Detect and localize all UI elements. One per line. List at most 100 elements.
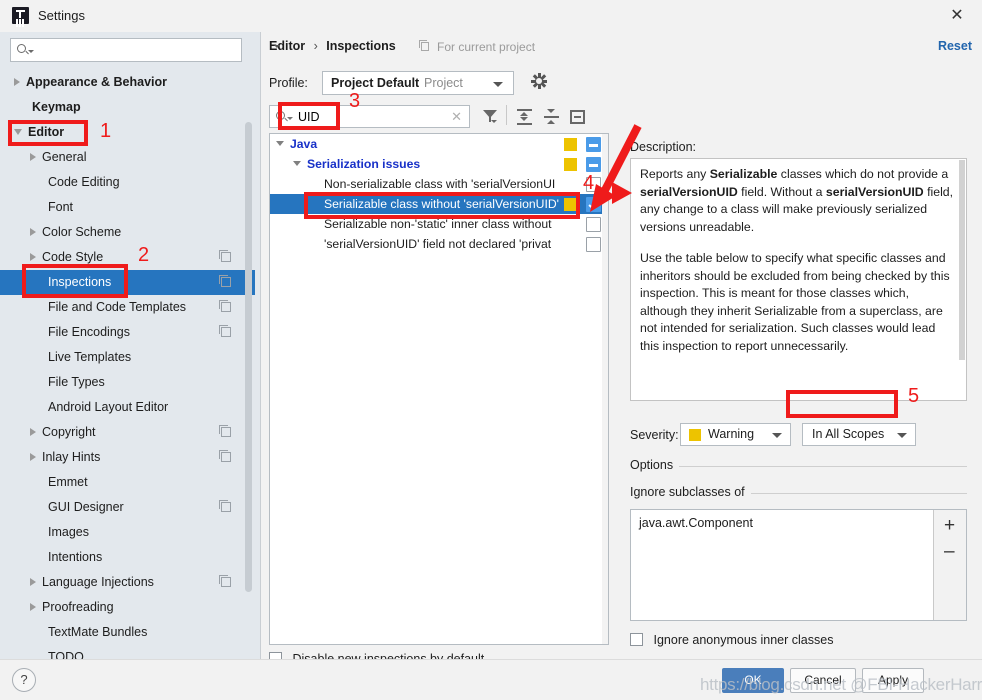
chevron-right-icon[interactable]	[30, 452, 36, 461]
minimize-icon[interactable]	[568, 107, 588, 127]
inspection-search-input[interactable]	[296, 107, 446, 126]
desc-p1-mid-2: field. Without a	[737, 184, 826, 199]
inspection-tree-scrollbar[interactable]	[602, 134, 608, 644]
sidebar-item-file-encodings[interactable]: File Encodings	[0, 320, 255, 345]
chevron-down-icon[interactable]	[276, 141, 284, 146]
sidebar-scrollbar-track[interactable]	[245, 76, 256, 656]
remove-button[interactable]: –	[944, 542, 955, 561]
chevron-down-icon	[897, 433, 907, 438]
scope-dropdown[interactable]: In All Scopes	[802, 423, 916, 446]
profile-dropdown[interactable]: Project Default Project	[322, 71, 514, 95]
chevron-right-icon[interactable]	[30, 252, 36, 261]
chevron-right-icon[interactable]	[30, 152, 36, 161]
chevron-right-icon[interactable]	[30, 227, 36, 236]
chevron-right-icon[interactable]	[14, 77, 20, 86]
description-paragraph-1: Reports any Serializable classes which d…	[640, 166, 954, 236]
ignore-anonymous-row[interactable]: Ignore anonymous inner classes	[630, 633, 833, 647]
inspection-enabled-checkbox[interactable]	[586, 137, 601, 152]
sidebar-item-label: File and Code Templates	[48, 300, 187, 315]
sidebar-item-file-and-code-templates[interactable]: File and Code Templates	[0, 295, 255, 320]
inspection-tree-row[interactable]: Java	[270, 134, 608, 154]
gear-chevron-icon[interactable]	[274, 45, 280, 48]
inspection-search-box[interactable]: ✕	[269, 105, 470, 128]
ignore-anonymous-label: Ignore anonymous inner classes	[653, 633, 834, 647]
sidebar-item-editor[interactable]: Editor	[0, 120, 255, 145]
list-item[interactable]: java.awt.Component	[639, 516, 753, 530]
sidebar-scrollbar-thumb[interactable]	[245, 122, 252, 592]
for-current-project-label: For current project	[419, 40, 535, 54]
desc-p1-bold-2: serialVersionUID	[640, 184, 738, 199]
collapse-all-icon[interactable]	[542, 107, 562, 127]
gear-icon[interactable]	[531, 73, 547, 89]
help-button[interactable]: ?	[12, 668, 36, 692]
sidebar-item-todo[interactable]: TODO	[0, 645, 255, 659]
apply-button[interactable]: Apply	[862, 668, 924, 693]
severity-value: Warning	[708, 427, 755, 441]
cancel-button[interactable]: Cancel	[790, 668, 856, 693]
sidebar-item-color-scheme[interactable]: Color Scheme	[0, 220, 255, 245]
inspection-enabled-checkbox[interactable]	[586, 217, 601, 232]
description-paragraph-2: Use the table below to specify what spec…	[640, 251, 950, 353]
sidebar-item-code-style[interactable]: Code Style	[0, 245, 255, 270]
sidebar-item-gui-designer[interactable]: GUI Designer	[0, 495, 255, 520]
search-icon	[17, 44, 26, 53]
sidebar-item-proofreading[interactable]: Proofreading	[0, 595, 255, 620]
inspection-tree[interactable]: Java Serialization issues Non-serializable…	[269, 133, 609, 645]
sidebar-item-language-injections[interactable]: Language Injections	[0, 570, 255, 595]
sidebar-item-live-templates[interactable]: Live Templates	[0, 345, 255, 370]
sidebar-item-keymap[interactable]: Keymap	[0, 95, 255, 120]
desc-p1-bold-1: Serializable	[709, 167, 778, 181]
sidebar-item-label: GUI Designer	[48, 500, 124, 515]
inspections-panel: Editor › Inspections For current project…	[261, 32, 982, 666]
options-divider	[630, 466, 967, 467]
inspection-tree-row[interactable]: Serializable non-'static' inner class wi…	[270, 214, 608, 234]
inspection-enabled-checkbox[interactable]	[586, 237, 601, 252]
sidebar-item-font[interactable]: Font	[0, 195, 255, 220]
sidebar-item-general[interactable]: General	[0, 145, 255, 170]
expand-all-icon[interactable]	[515, 107, 535, 127]
sidebar-item-emmet[interactable]: Emmet	[0, 470, 255, 495]
sidebar-item-textmate-bundles[interactable]: TextMate Bundles	[0, 620, 255, 645]
description-label: Description:	[630, 140, 696, 154]
filter-funnel-icon[interactable]	[480, 107, 500, 127]
sidebar-item-appearance-behavior[interactable]: Appearance & Behavior	[0, 70, 255, 95]
reset-link[interactable]: Reset	[938, 39, 972, 53]
search-input[interactable]	[36, 40, 236, 60]
chevron-down-icon	[493, 82, 503, 87]
ignore-anonymous-checkbox[interactable]	[630, 633, 643, 646]
sidebar-item-label: Keymap	[32, 100, 81, 115]
sidebar-search[interactable]	[10, 38, 242, 62]
breadcrumb-current: Inspections	[326, 39, 396, 53]
inspection-enabled-checkbox[interactable]	[586, 177, 601, 192]
sidebar-item-label: TODO	[48, 650, 84, 659]
ok-button[interactable]: OK	[722, 668, 784, 693]
chevron-right-icon[interactable]	[30, 427, 36, 436]
sidebar-item-intentions[interactable]: Intentions	[0, 545, 255, 570]
description-scrollbar[interactable]	[959, 160, 965, 360]
severity-dropdown[interactable]: Warning	[680, 423, 791, 446]
inspection-enabled-checkbox[interactable]	[586, 157, 601, 172]
sidebar-item-android-layout-editor[interactable]: Android Layout Editor	[0, 395, 255, 420]
ignore-subclasses-list[interactable]: java.awt.Component + –	[630, 509, 967, 621]
sidebar-item-images[interactable]: Images	[0, 520, 255, 545]
inspection-tree-row[interactable]: Serializable class without 'serialVersio…	[270, 194, 608, 214]
sidebar-item-code-editing[interactable]: Code Editing	[0, 170, 255, 195]
chevron-down-icon[interactable]	[293, 161, 301, 166]
chevron-right-icon[interactable]	[30, 577, 36, 586]
inspection-tree-row[interactable]: Serialization issues	[270, 154, 608, 174]
sidebar-item-copyright[interactable]: Copyright	[0, 420, 255, 445]
inspection-tree-row[interactable]: Non-serializable class with 'serialVersi…	[270, 174, 608, 194]
close-icon[interactable]: ✕	[940, 4, 974, 28]
add-button[interactable]: +	[944, 516, 955, 535]
chevron-down-icon	[287, 117, 293, 120]
sidebar-item-inspections[interactable]: Inspections	[0, 270, 255, 295]
sidebar-item-label: Images	[48, 525, 89, 540]
clear-icon[interactable]: ✕	[451, 109, 462, 125]
chevron-right-icon[interactable]	[30, 602, 36, 611]
sidebar-item-inlay-hints[interactable]: Inlay Hints	[0, 445, 255, 470]
inspection-tree-row[interactable]: 'serialVersionUID' field not declared 'p…	[270, 234, 608, 254]
inspection-enabled-checkbox[interactable]	[586, 197, 601, 212]
sidebar-item-file-types[interactable]: File Types	[0, 370, 255, 395]
chevron-down-icon[interactable]	[14, 128, 22, 135]
inspection-label: Non-serializable class with 'serialVersi…	[324, 177, 556, 191]
